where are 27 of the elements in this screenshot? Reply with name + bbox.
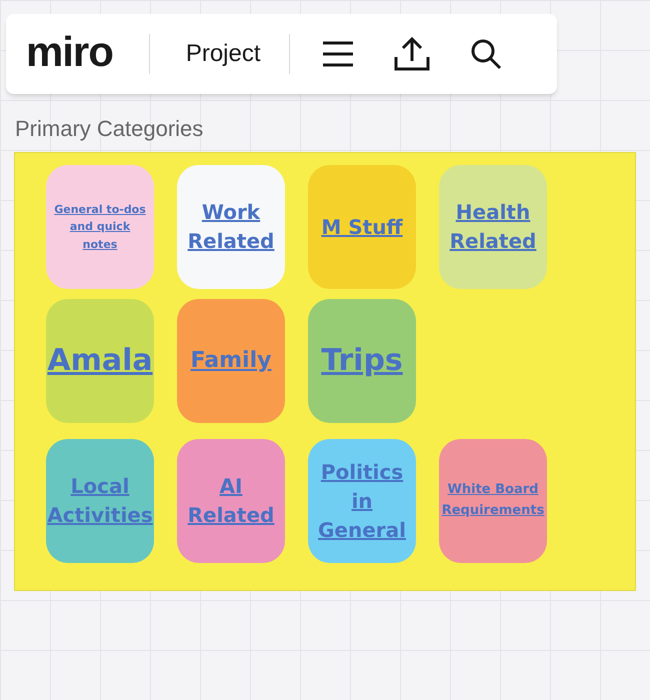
note-link[interactable]: Work Related xyxy=(185,198,277,256)
note-link[interactable]: AI Related xyxy=(185,472,277,530)
note-link[interactable]: General to-dos and quick notes xyxy=(54,200,146,254)
logo[interactable]: miro xyxy=(26,31,113,77)
board-name[interactable]: Project xyxy=(186,36,261,72)
sticky-note[interactable]: Amala xyxy=(46,299,154,423)
sticky-note[interactable]: AI Related xyxy=(177,439,285,563)
sticky-note[interactable]: Health Related xyxy=(439,165,547,289)
sticky-note[interactable]: White Board Requirements xyxy=(439,439,547,563)
sticky-note[interactable]: Politics in General xyxy=(308,439,416,563)
note-link[interactable]: Trips xyxy=(321,339,403,383)
upload-icon[interactable] xyxy=(394,36,430,72)
sticky-note[interactable]: M Stuff xyxy=(308,165,416,289)
sticky-note[interactable]: Trips xyxy=(308,299,416,423)
note-link[interactable]: Family xyxy=(190,345,272,377)
sticky-note[interactable]: General to-dos and quick notes xyxy=(46,165,154,289)
note-link[interactable]: M Stuff xyxy=(321,212,403,242)
note-link[interactable]: Health Related xyxy=(447,198,539,256)
sticky-note[interactable]: Family xyxy=(177,299,285,423)
note-link[interactable]: Amala xyxy=(47,339,153,383)
sticky-note[interactable]: Work Related xyxy=(177,165,285,289)
note-link[interactable]: Local Activities xyxy=(47,472,153,530)
note-link[interactable]: Politics in General xyxy=(316,458,408,544)
frame-title: Primary Categories xyxy=(15,118,204,140)
sticky-note[interactable]: Local Activities xyxy=(46,439,154,563)
search-icon[interactable] xyxy=(470,38,502,70)
note-link[interactable]: White Board Requirements xyxy=(442,480,544,522)
